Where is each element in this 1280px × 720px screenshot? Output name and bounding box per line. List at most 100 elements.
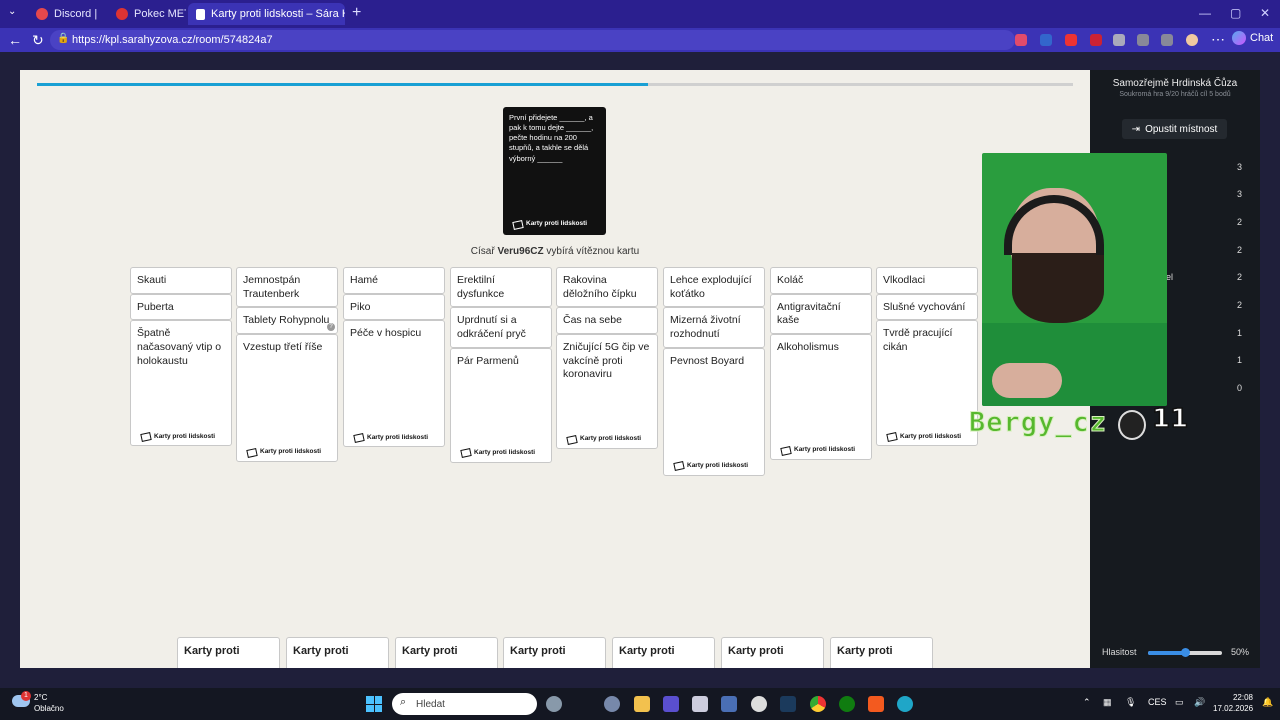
tray-app-icon[interactable]: ▦ [1103, 697, 1112, 708]
hand-card[interactable]: Karty proti [612, 637, 715, 668]
microphone-icon[interactable]: 🎙 [1125, 697, 1136, 708]
card-brand-label: Karty proti lidskosti [580, 435, 642, 443]
answer-set[interactable]: Erektilní dysfunkce Uprdnutí si a odkráče… [450, 267, 552, 463]
notifications-bell-icon[interactable]: 🔔 [1262, 697, 1273, 708]
streamer-name: Bergy_cz [968, 407, 1108, 439]
hand-card[interactable]: Karty proti [286, 637, 389, 668]
room-info: Soukromá hra 9/20 hráčů cíl 5 bodů [1119, 91, 1231, 98]
extensions-puzzle-icon[interactable] [1113, 34, 1125, 46]
white-answer-card[interactable]: Rakovina děložního čípku [556, 267, 658, 308]
recorder-app-icon[interactable] [751, 696, 767, 712]
extension-icon[interactable] [1065, 34, 1077, 46]
taskbar-clock[interactable]: 22:08 17.02.2026 [1213, 693, 1253, 715]
new-tab-plus-icon[interactable]: + [352, 4, 361, 22]
shield-app-icon[interactable] [604, 696, 620, 712]
extension-icon[interactable] [1015, 34, 1027, 46]
network-icon[interactable]: ▭ [1175, 697, 1184, 708]
extension-icon[interactable] [1040, 34, 1052, 46]
answer-set[interactable]: Vlkodlaci Slušné vychování Tvrdě pracující… [876, 267, 978, 447]
white-answer-card[interactable]: Antigravitační kaše [770, 293, 872, 334]
white-answer-card[interactable]: Erektilní dysfunkce [450, 267, 552, 308]
tab-list-chevron-icon[interactable]: ⌄ [8, 6, 16, 17]
streamer-avatar [1118, 410, 1146, 440]
answer-set[interactable]: Jemnostpán Trautenberk Tablety Rohypnolu?… [236, 267, 338, 462]
input-language[interactable]: CES [1148, 697, 1167, 707]
hand-card[interactable]: Karty proti [177, 637, 280, 668]
chrome-icon[interactable] [810, 696, 826, 712]
edge-icon[interactable] [897, 696, 913, 712]
white-answer-card[interactable]: Vzestup třetí říše Karty proti lidskosti [236, 333, 338, 462]
card-info-icon[interactable]: ? [327, 322, 335, 331]
collections-icon[interactable] [1161, 34, 1173, 46]
white-answer-card[interactable]: Jemnostpán Trautenberk [236, 267, 338, 308]
white-answer-card[interactable]: Špatně načasovaný vtip o holokaustu Karty… [130, 320, 232, 447]
white-answer-card[interactable]: Alkoholismus Karty proti lidskosti [770, 333, 872, 460]
tab-karty-active[interactable]: Karty proti lidskosti – Sára Hýžová ✕ [188, 3, 345, 25]
cursor-app-icon[interactable] [692, 696, 708, 712]
hand-card[interactable]: Karty proti [830, 637, 933, 668]
white-answer-card[interactable]: Hamé [343, 267, 445, 294]
white-answer-card[interactable]: Mizerná životní rozhodnutí [663, 307, 765, 348]
white-answer-card[interactable]: Čas na sebe [556, 307, 658, 334]
file-explorer-icon[interactable] [634, 696, 650, 712]
tab-pokec[interactable]: Pokec METKI ✕ [108, 3, 186, 25]
maximize-icon[interactable]: ▢ [1230, 6, 1241, 20]
reload-icon[interactable]: ↻ [32, 32, 44, 49]
white-answer-card[interactable]: Slušné vychování [876, 293, 978, 321]
answer-text: Tablety Rohypnolu [243, 314, 330, 327]
xbox-icon[interactable] [839, 696, 855, 712]
settings-gear-icon[interactable] [546, 696, 562, 712]
volume-slider[interactable] [1148, 648, 1222, 657]
hand-card[interactable]: Karty proti [395, 637, 498, 668]
app-grid-icon[interactable] [663, 696, 679, 712]
favorites-icon[interactable] [1137, 34, 1149, 46]
white-answer-card[interactable]: Zničující 5G čip ve vakcíně proti korona… [556, 333, 658, 449]
white-answer-card[interactable]: Vlkodlaci [876, 267, 978, 294]
copilot-chat-button[interactable]: Chat [1232, 31, 1273, 45]
notification-badge: 1 [21, 691, 31, 701]
close-window-icon[interactable]: ✕ [1260, 6, 1270, 20]
white-answer-card[interactable]: Pár Parmenů Karty proti lidskosti [450, 347, 552, 463]
hand-card[interactable]: Karty proti [503, 637, 606, 668]
white-answer-card[interactable]: Puberta [130, 293, 232, 321]
tray-chevron-icon[interactable]: ⌃ [1083, 697, 1091, 708]
white-answer-card[interactable]: Skauti [130, 267, 232, 294]
brave-icon[interactable] [868, 696, 884, 712]
round-timer-bar [37, 83, 1073, 86]
white-answer-card[interactable]: Piko [343, 293, 445, 321]
tab-label: Karty proti lidskosti – Sára Hýžová [211, 8, 345, 20]
white-answer-card[interactable]: Uprdnutí si a odkráčení pryč [450, 307, 552, 348]
white-answer-card[interactable]: Péče v hospicu Karty proti lidskosti [343, 320, 445, 448]
profile-avatar[interactable] [1186, 34, 1198, 46]
answer-set[interactable]: Lehce explodující koťátko Mizerná životní… [663, 267, 765, 476]
answer-set[interactable]: Rakovina děložního čípku Čas na sebe Zniču… [556, 267, 658, 449]
windows-start-icon[interactable] [366, 696, 382, 712]
webcam-beard [1012, 253, 1104, 323]
back-arrow-icon[interactable]: ← [8, 32, 22, 48]
extension-icon[interactable] [1090, 34, 1102, 46]
volume-tray-icon[interactable]: 🔊 [1194, 697, 1205, 708]
tab-discord[interactable]: Discord | [28, 3, 108, 25]
white-answer-card[interactable]: Tvrdě pracující cikán Karty proti lidskos… [876, 320, 978, 447]
site-info-icon[interactable]: 🔒 [57, 33, 69, 44]
white-answer-card[interactable]: Koláč [770, 267, 872, 294]
white-answer-card[interactable]: Lehce explodující koťátko [663, 267, 765, 308]
taskbar-search[interactable]: ⌕ Hledat [392, 693, 537, 715]
hand-card[interactable]: Karty proti [721, 637, 824, 668]
answer-set[interactable]: Hamé Piko Péče v hospicu Karty proti lidsko… [343, 267, 445, 448]
copilot-icon [1232, 31, 1246, 45]
cards-logo-icon [673, 461, 685, 472]
more-menu-icon[interactable]: ⋯ [1211, 31, 1225, 48]
volume-slider-handle[interactable] [1181, 648, 1190, 657]
answer-set[interactable]: Skauti Puberta Špatně načasovaný vtip o ho… [130, 267, 232, 447]
leave-room-button[interactable]: ⇥ Opustit místnost [1122, 119, 1227, 139]
white-answer-card[interactable]: Tablety Rohypnolu? [236, 307, 338, 334]
player-score: 1 [1236, 355, 1242, 365]
answer-text: Špatně načasovaný vtip o holokaustu [137, 327, 222, 367]
save-app-icon[interactable] [721, 696, 737, 712]
white-answer-card[interactable]: Pevnost Boyard Karty proti lidskosti [663, 347, 765, 476]
address-bar[interactable]: 🔒 https://kpl.sarahyzova.cz/room/574824a… [50, 30, 1015, 50]
minimize-icon[interactable]: — [1199, 6, 1211, 20]
steam-icon[interactable] [780, 696, 796, 712]
answer-set[interactable]: Koláč Antigravitační kaše Alkoholismus Kart… [770, 267, 872, 460]
